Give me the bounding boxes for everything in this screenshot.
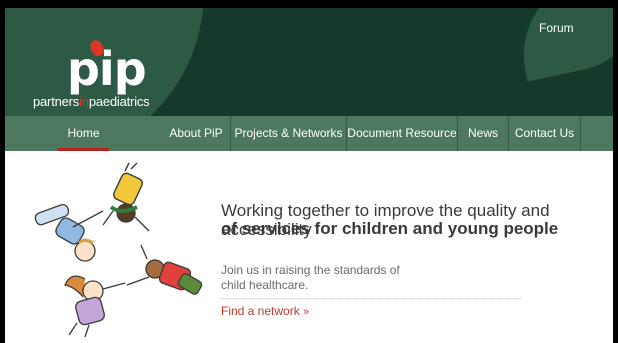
find-network-label: Find a network [221, 304, 300, 318]
chevron-right-icon: » [303, 306, 310, 318]
forum-link[interactable]: Forum [539, 21, 574, 35]
logo-tag-part: paediatrics [88, 94, 150, 109]
main-content: Working together to improve the quality … [5, 151, 613, 343]
child-red [126, 244, 203, 295]
nav-item-projects-networks[interactable]: Projects & Networks [231, 116, 347, 151]
nav-item-home[interactable]: Home [5, 116, 162, 151]
content-divider [221, 298, 521, 299]
child-blue [34, 203, 104, 262]
find-network-link[interactable]: Find a network » [221, 304, 309, 318]
child-yellow [102, 162, 150, 232]
main-nav: Home About PiP Projects & Networks Docum… [5, 116, 613, 151]
logo-tag-in: in [79, 94, 89, 109]
child-pink [64, 275, 126, 338]
logo-tagline: partnersinpaediatrics [33, 94, 150, 109]
page-frame: pip partnersinpaediatrics Forum Home Abo… [5, 8, 613, 343]
nav-item-document-resource[interactable]: Document Resource [347, 116, 458, 151]
logo-word: pip [67, 42, 147, 96]
leaf-decoration-right [508, 8, 613, 82]
logo-tag-part: partners [33, 94, 80, 109]
intro-heading-strong: of services for children and young peopl… [221, 219, 559, 238]
join-text: Join us in raising the standards of chil… [221, 263, 400, 292]
nav-item-news[interactable]: News [458, 116, 509, 151]
children-circle-illustration [34, 162, 203, 338]
site-logo[interactable]: pip partnersinpaediatrics [33, 38, 183, 112]
nav-item-about[interactable]: About PiP [162, 116, 231, 151]
nav-item-contact[interactable]: Contact Us [509, 116, 581, 151]
site-header: pip partnersinpaediatrics Forum [5, 8, 613, 116]
